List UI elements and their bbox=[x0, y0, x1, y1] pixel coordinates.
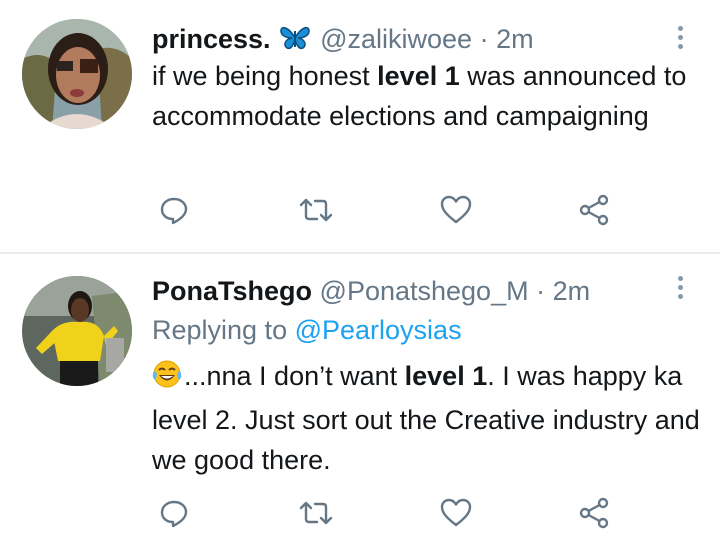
tweet-header: princess. @zalikiwoee · 2m bbox=[152, 21, 534, 60]
tweet-feed: princess. @zalikiwoee · 2m if we being h… bbox=[0, 0, 720, 534]
heart-icon[interactable] bbox=[436, 493, 476, 533]
share-icon[interactable] bbox=[574, 493, 614, 533]
tweet-text-part: if we being honest bbox=[152, 61, 378, 91]
timestamp[interactable]: 2m bbox=[496, 24, 534, 54]
tweet-header: PonaTshego @Ponatshego_M · 2m bbox=[152, 273, 590, 309]
retweet-icon[interactable] bbox=[296, 190, 336, 230]
tweet-text: ...nna I don’t want level 1. I was happy… bbox=[152, 356, 700, 480]
tweet-actions bbox=[0, 493, 720, 533]
more-vertical-icon[interactable] bbox=[678, 276, 686, 303]
tweet-text: if we being honest level 1 was announced… bbox=[152, 56, 700, 136]
display-name[interactable]: PonaTshego bbox=[152, 276, 312, 306]
reply-bubble-icon[interactable] bbox=[154, 493, 194, 533]
display-name[interactable]: princess. bbox=[152, 24, 271, 54]
butterfly-emoji-icon bbox=[279, 24, 311, 60]
avatar[interactable] bbox=[22, 276, 132, 386]
handle[interactable]: @Ponatshego_M bbox=[320, 276, 529, 306]
laughing-tears-emoji-icon bbox=[152, 359, 182, 400]
tweet-actions bbox=[0, 190, 720, 230]
tweet-text-part: ...nna I don’t want bbox=[184, 361, 405, 391]
replying-prefix: Replying to bbox=[152, 315, 295, 345]
tweet-text-bold: level 1 bbox=[377, 61, 460, 91]
separator: · bbox=[536, 276, 546, 306]
replying-handle-link[interactable]: @Pearloysias bbox=[295, 315, 462, 345]
retweet-icon[interactable] bbox=[296, 493, 336, 533]
handle[interactable]: @zalikiwoee bbox=[320, 24, 472, 54]
replying-to: Replying to @Pearloysias bbox=[152, 310, 462, 350]
separator: · bbox=[479, 24, 489, 54]
share-icon[interactable] bbox=[574, 190, 614, 230]
avatar[interactable] bbox=[22, 19, 132, 129]
timestamp[interactable]: 2m bbox=[553, 276, 591, 306]
tweet-text-bold: level 1 bbox=[404, 361, 488, 391]
more-vertical-icon[interactable] bbox=[678, 26, 686, 53]
heart-icon[interactable] bbox=[436, 190, 476, 230]
reply-bubble-icon[interactable] bbox=[154, 190, 194, 230]
